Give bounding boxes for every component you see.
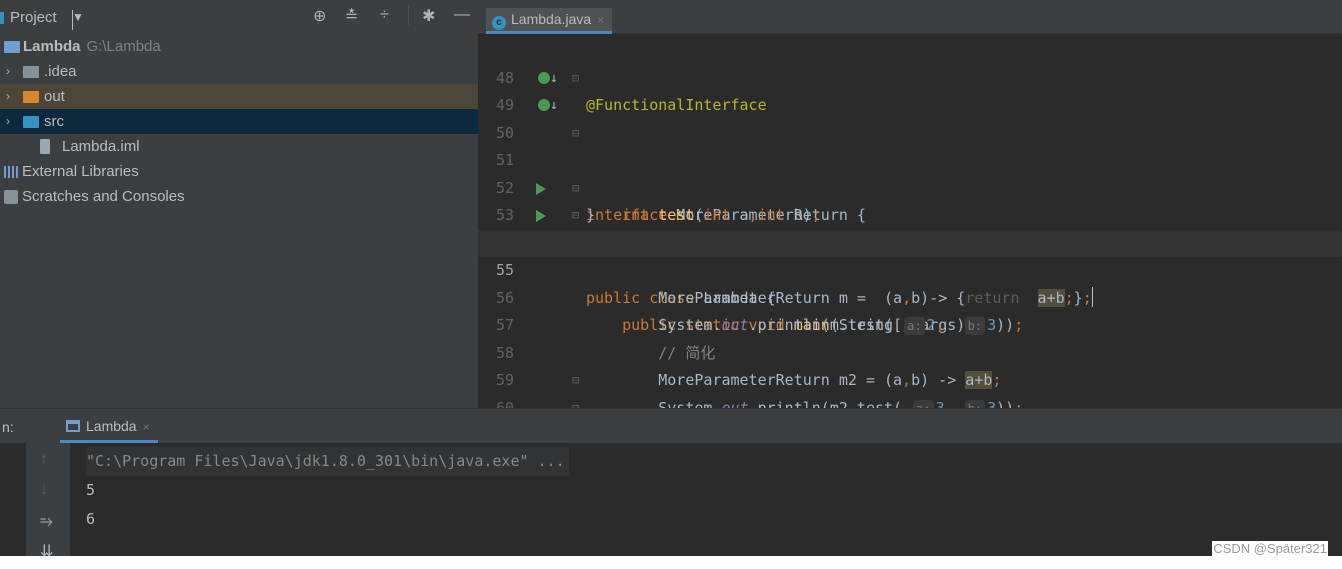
tree-item-out[interactable]: › out [0, 84, 478, 109]
console-line: "C:\Program Files\Java\jdk1.8.0_301\bin\… [86, 447, 569, 476]
code-line[interactable]: 56 System.out.println(m.test( a: 2, b: 3))… [478, 257, 1342, 335]
close-icon[interactable]: × [143, 420, 150, 434]
arrow-down-icon[interactable]: ↓ [40, 481, 48, 499]
iml-file-icon [40, 139, 50, 154]
code-line[interactable]: 54 ⊟ public static void main(String[] ar… [478, 202, 1342, 334]
tree-item-label: src [44, 113, 64, 130]
collapse-all-icon[interactable]: ÷ [380, 6, 389, 24]
excluded-folder-icon [23, 91, 39, 103]
root-name: Lambda [23, 38, 81, 55]
implemented-icon[interactable] [538, 99, 550, 111]
scratches-icon [4, 190, 18, 204]
tree-item-label: out [44, 88, 65, 105]
fold-icon[interactable]: ⊟ [572, 202, 579, 230]
editor-tab-bar: c Lambda.java × [478, 0, 1342, 34]
hide-icon[interactable]: — [454, 6, 470, 24]
code-line[interactable]: 57 // 简化 [478, 285, 1342, 362]
project-panel: Project ▼ ⊕ ≛ ÷ ✱ — Lambda G:\Lambda › .i… [0, 0, 478, 408]
code-line[interactable]: 59 System.out.println(m2.test( a:3, b:3)… [478, 340, 1342, 408]
root-path: G:\Lambda [86, 38, 161, 55]
project-view-dropdown[interactable]: Project [10, 9, 57, 26]
tree-item-scratches[interactable]: Scratches and Consoles [0, 184, 478, 209]
tree-item-idea[interactable]: › .idea [0, 59, 478, 84]
locate-icon[interactable]: ⊕ [313, 6, 326, 26]
scroll-to-end-icon[interactable]: ⇊ [40, 541, 53, 556]
implemented-icon[interactable] [538, 71, 550, 84]
fold-icon[interactable]: ⊟ [572, 175, 579, 203]
fold-icon[interactable]: ⊟ [572, 65, 579, 93]
chevron-down-icon[interactable]: ▼ [72, 10, 84, 30]
console-line: 6 [86, 510, 96, 528]
run-label: n: [2, 419, 14, 435]
code-line[interactable]: 53 ⊟ public class Lambda { [478, 175, 1342, 307]
run-tab-label: Lambda [86, 418, 137, 434]
run-panel: n: Lambda × ↑ ↓ ⥱ ⇊ "C:\Program Files\Jav… [0, 408, 1342, 556]
code-line[interactable]: 60 ⊟ } [478, 367, 1342, 408]
tree-item-lambda-iml[interactable]: Lambda.iml [0, 134, 478, 159]
code-area[interactable]: 48 @FunctionalInterface 49 ↓ ⊟ interface… [478, 34, 1342, 408]
console-icon [66, 420, 80, 432]
gear-icon[interactable]: ✱ [422, 6, 435, 26]
code-line[interactable]: 51 ⊟ } [478, 120, 1342, 225]
code-line-current[interactable]: 55 MoreParameterReturn m = (a,b)-> {retu… [478, 229, 1342, 307]
fold-icon[interactable]: ⊟ [572, 120, 579, 148]
tree-item-src[interactable]: › src [0, 109, 478, 134]
source-folder-icon [23, 116, 39, 128]
header-divider [408, 5, 409, 25]
console-output[interactable]: "C:\Program Files\Java\jdk1.8.0_301\bin\… [86, 447, 569, 534]
code-line[interactable]: 48 @FunctionalInterface [478, 37, 1342, 115]
tree-root-lambda[interactable]: Lambda G:\Lambda [0, 34, 478, 59]
tab-lambda-java[interactable]: c Lambda.java × [486, 8, 613, 34]
console-line: 5 [86, 481, 96, 499]
run-panel-header: n: Lambda × [0, 409, 1342, 443]
run-icon[interactable] [536, 210, 546, 222]
arrow-down-icon: ↓ [550, 70, 558, 86]
code-line[interactable]: 58 MoreParameterReturn m2 = (a,b) -> a+b… [478, 312, 1342, 389]
watermark: CSDN @Später321 [1212, 541, 1328, 556]
project-view-icon [0, 12, 4, 24]
tree-item-label: External Libraries [22, 163, 139, 180]
tree-item-label: Lambda.iml [62, 138, 140, 155]
code-line[interactable]: 61 ⊟ public static void main4(String[] a… [478, 395, 1342, 409]
run-icon[interactable] [536, 182, 546, 195]
chevron-right-icon[interactable]: › [6, 114, 10, 128]
close-icon[interactable]: × [597, 13, 604, 27]
tree-item-label: .idea [44, 63, 77, 80]
ide-window: Project ▼ ⊕ ≛ ÷ ✱ — Lambda G:\Lambda › .i… [0, 0, 1342, 556]
code-line[interactable]: 49 ↓ ⊟ interface MoreParameterReturn { [478, 65, 1342, 225]
libraries-icon [4, 166, 18, 178]
folder-icon [23, 66, 39, 78]
project-panel-header: Project ▼ ⊕ ≛ ÷ ✱ — [0, 0, 478, 34]
tab-label: Lambda.java [511, 11, 592, 27]
chevron-right-icon[interactable]: › [6, 89, 10, 103]
arrow-up-icon[interactable]: ↑ [40, 451, 48, 469]
expand-all-icon[interactable]: ≛ [345, 6, 358, 26]
java-class-icon: c [492, 16, 506, 30]
soft-wrap-icon[interactable]: ⥱ [40, 513, 53, 531]
tab-run-lambda[interactable]: Lambda × [60, 409, 158, 443]
tree-item-external-libraries[interactable]: External Libraries [0, 159, 478, 184]
tree-item-label: Scratches and Consoles [22, 188, 185, 205]
module-folder-icon [4, 41, 20, 53]
code-line[interactable]: 52 [478, 147, 1342, 197]
editor: c Lambda.java × 48 @FunctionalInterface 49… [478, 0, 1342, 408]
code-line[interactable]: 50 ↓ int test(int a,int b); [478, 92, 1342, 224]
chevron-right-icon[interactable]: › [6, 64, 10, 78]
arrow-down-icon: ↓ [550, 98, 558, 113]
run-toolbar: ↑ ↓ ⥱ ⇊ [26, 443, 70, 556]
fold-icon[interactable]: ⊟ [572, 395, 579, 409]
fold-icon[interactable]: ⊟ [572, 367, 579, 395]
